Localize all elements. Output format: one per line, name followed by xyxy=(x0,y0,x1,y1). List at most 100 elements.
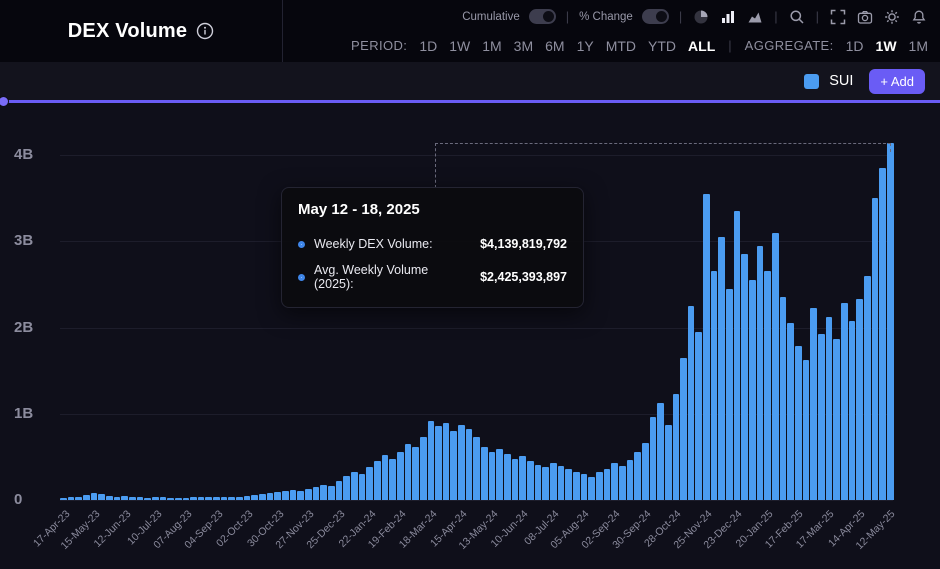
volume-bar[interactable] xyxy=(619,466,626,500)
volume-bar[interactable] xyxy=(290,490,297,500)
volume-bar[interactable] xyxy=(68,497,75,500)
volume-bar[interactable] xyxy=(504,454,511,500)
volume-bar[interactable] xyxy=(320,485,327,500)
volume-bar[interactable] xyxy=(818,334,825,500)
period-1m[interactable]: 1M xyxy=(482,38,501,54)
bar-chart-icon[interactable] xyxy=(719,8,737,26)
volume-bar[interactable] xyxy=(833,339,840,500)
aggregate-1w[interactable]: 1W xyxy=(876,38,897,54)
volume-bar[interactable] xyxy=(657,403,664,500)
volume-bar[interactable] xyxy=(137,497,144,500)
volume-bar[interactable] xyxy=(466,429,473,500)
volume-bar[interactable] xyxy=(152,497,159,500)
volume-bar[interactable] xyxy=(872,198,879,500)
legend-swatch-sui[interactable] xyxy=(804,74,819,89)
volume-bar[interactable] xyxy=(405,444,412,500)
volume-bar[interactable] xyxy=(343,476,350,500)
volume-bar[interactable] xyxy=(144,498,151,500)
volume-bar[interactable] xyxy=(527,461,534,500)
volume-bar[interactable] xyxy=(803,360,810,500)
volume-bar[interactable] xyxy=(397,452,404,500)
period-1w[interactable]: 1W xyxy=(449,38,470,54)
volume-bar[interactable] xyxy=(160,497,167,500)
pie-chart-icon[interactable] xyxy=(692,8,710,26)
volume-bar[interactable] xyxy=(98,494,105,500)
volume-bar[interactable] xyxy=(650,417,657,500)
volume-bar[interactable] xyxy=(328,486,335,500)
info-icon[interactable] xyxy=(196,22,214,40)
volume-bar[interactable] xyxy=(634,452,641,500)
volume-bar[interactable] xyxy=(443,423,450,500)
volume-bar[interactable] xyxy=(205,497,212,500)
volume-bar[interactable] xyxy=(581,474,588,500)
period-ytd[interactable]: YTD xyxy=(648,38,676,54)
volume-bar[interactable] xyxy=(313,487,320,500)
volume-bar[interactable] xyxy=(481,447,488,500)
add-series-button[interactable]: + Add xyxy=(869,69,925,94)
volume-bar[interactable] xyxy=(749,280,756,500)
volume-bar[interactable] xyxy=(841,303,848,500)
volume-bar[interactable] xyxy=(496,449,503,500)
fullscreen-icon[interactable] xyxy=(829,8,847,26)
volume-bar[interactable] xyxy=(535,465,542,500)
volume-bar[interactable] xyxy=(718,237,725,500)
percent-change-toggle[interactable] xyxy=(642,9,669,24)
volume-bar[interactable] xyxy=(435,426,442,500)
volume-bar[interactable] xyxy=(780,297,787,500)
volume-bar[interactable] xyxy=(703,194,710,500)
search-icon[interactable] xyxy=(788,8,806,26)
volume-bar[interactable] xyxy=(519,456,526,500)
volume-bar[interactable] xyxy=(83,495,90,500)
notifications-bell-icon[interactable] xyxy=(910,8,928,26)
volume-bar[interactable] xyxy=(864,276,871,500)
volume-bar[interactable] xyxy=(787,323,794,500)
volume-bar[interactable] xyxy=(183,498,190,500)
volume-bar[interactable] xyxy=(167,498,174,500)
volume-bar[interactable] xyxy=(389,459,396,500)
volume-bar[interactable] xyxy=(274,492,281,500)
volume-bar[interactable] xyxy=(627,460,634,500)
volume-bar[interactable] xyxy=(366,467,373,500)
area-chart-icon[interactable] xyxy=(746,8,764,26)
volume-bar[interactable] xyxy=(542,467,549,500)
volume-bar[interactable] xyxy=(244,496,251,500)
volume-bar[interactable] xyxy=(228,497,235,500)
volume-bar[interactable] xyxy=(512,459,519,500)
volume-bar[interactable] xyxy=(198,497,205,500)
volume-bar[interactable] xyxy=(695,332,702,500)
volume-bar[interactable] xyxy=(856,299,863,500)
volume-bar[interactable] xyxy=(420,437,427,500)
volume-bar[interactable] xyxy=(665,425,672,500)
volume-bar[interactable] xyxy=(849,321,856,500)
volume-bar[interactable] xyxy=(382,455,389,500)
volume-bar[interactable] xyxy=(604,469,611,500)
volume-bar[interactable] xyxy=(887,143,894,500)
legend-series-sui[interactable]: SUI xyxy=(829,73,853,89)
volume-bar[interactable] xyxy=(428,421,435,500)
period-all[interactable]: ALL xyxy=(688,38,715,54)
volume-bar[interactable] xyxy=(121,496,128,500)
volume-bar[interactable] xyxy=(741,254,748,500)
volume-bar[interactable] xyxy=(565,469,572,500)
volume-bar[interactable] xyxy=(879,168,886,500)
volume-bar[interactable] xyxy=(473,437,480,500)
volume-bar[interactable] xyxy=(106,496,113,500)
volume-bar[interactable] xyxy=(757,246,764,500)
volume-bar[interactable] xyxy=(573,472,580,500)
volume-bar[interactable] xyxy=(450,431,457,500)
camera-icon[interactable] xyxy=(856,8,874,26)
volume-bar[interactable] xyxy=(91,493,98,500)
volume-bar[interactable] xyxy=(673,394,680,500)
volume-bar[interactable] xyxy=(114,497,121,500)
volume-bar[interactable] xyxy=(213,497,220,500)
cumulative-toggle[interactable] xyxy=(529,9,556,24)
volume-bar[interactable] xyxy=(305,489,312,500)
settings-gear-icon[interactable] xyxy=(883,8,901,26)
volume-bar[interactable] xyxy=(588,477,595,500)
volume-bar[interactable] xyxy=(336,481,343,500)
volume-bar[interactable] xyxy=(267,493,274,500)
range-slider-track[interactable] xyxy=(0,100,940,103)
period-1y[interactable]: 1Y xyxy=(577,38,594,54)
volume-bar[interactable] xyxy=(596,472,603,500)
volume-bar[interactable] xyxy=(734,211,741,500)
